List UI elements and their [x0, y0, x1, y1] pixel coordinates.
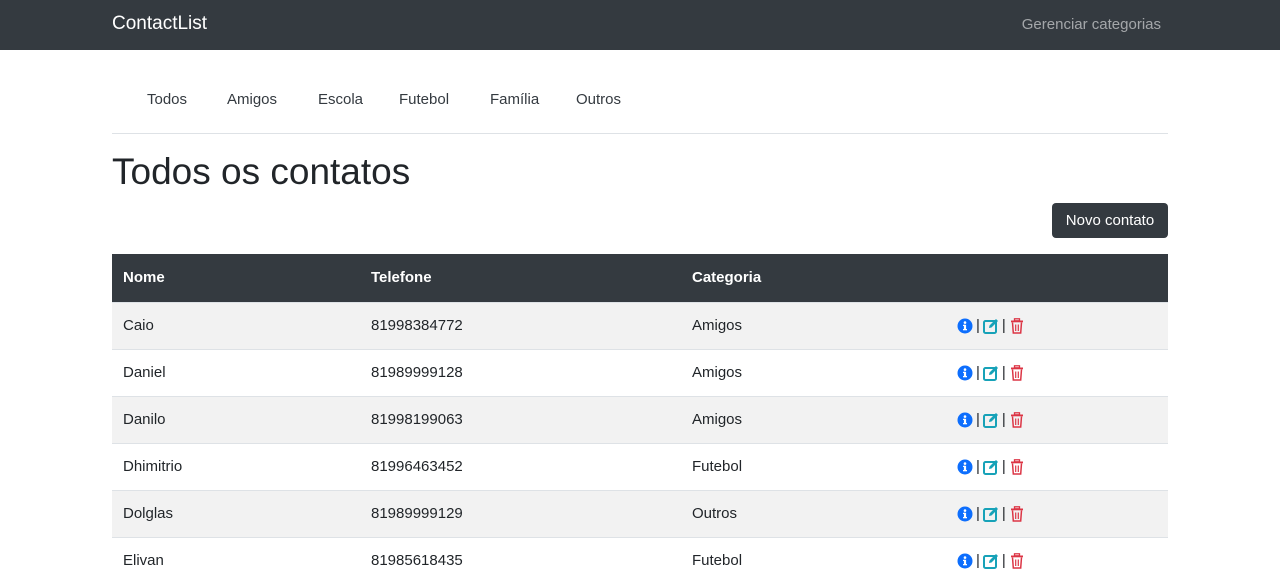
header-categoria: Categoria [692, 269, 762, 287]
cell-actions: | | [946, 395, 1168, 443]
cell-telefone: 81998384772 [360, 301, 681, 349]
info-icon[interactable] [957, 506, 973, 522]
row-actions: | | [957, 457, 1168, 475]
row-actions: | | [957, 410, 1168, 428]
action-separator: | [1001, 316, 1006, 334]
cell-telefone: 81996463452 [360, 442, 681, 490]
info-icon[interactable] [957, 459, 973, 475]
edit-icon[interactable] [982, 318, 999, 334]
new-contact-button[interactable]: Novo contato [1052, 203, 1168, 238]
row-actions: | | [957, 316, 1168, 334]
cell-categoria: Amigos [681, 301, 946, 349]
tab-futebol[interactable]: Futebol [399, 91, 449, 108]
header-telefone: Telefone [371, 269, 432, 287]
table-header: Nome Telefone Categoria [112, 254, 1168, 302]
action-separator: | [976, 316, 980, 334]
row-actions: | | [957, 504, 1168, 522]
tab-escola[interactable]: Escola [318, 91, 363, 108]
cell-actions: | | [946, 442, 1168, 490]
info-icon[interactable] [957, 553, 973, 569]
table-row: Daniel 81989999128 Amigos | | [112, 348, 1168, 396]
cell-nome: Daniel [112, 348, 360, 396]
action-separator: | [976, 457, 980, 475]
cell-actions: | | [946, 348, 1168, 396]
action-separator: | [1001, 504, 1006, 522]
action-separator: | [976, 551, 980, 569]
trash-icon[interactable] [1009, 458, 1025, 475]
action-separator: | [976, 410, 980, 428]
trash-icon[interactable] [1009, 411, 1025, 428]
tab-familia[interactable]: Família [490, 91, 539, 108]
cell-categoria: Outros [681, 489, 946, 537]
table-row: Elivan 81985618435 Futebol | | [112, 536, 1168, 584]
header-actions [946, 254, 1168, 302]
action-separator: | [976, 504, 980, 522]
manage-categories-link[interactable]: Gerenciar categorias [1022, 16, 1161, 33]
page-title: Todos os contatos [112, 151, 411, 192]
action-separator: | [1001, 551, 1006, 569]
edit-icon[interactable] [982, 553, 999, 569]
header-nome: Nome [123, 269, 165, 287]
cell-categoria: Amigos [681, 395, 946, 443]
cell-categoria: Amigos [681, 348, 946, 396]
trash-icon[interactable] [1009, 317, 1025, 334]
brand-link[interactable]: ContactList [112, 13, 207, 35]
table-row: Dhimitrio 81996463452 Futebol | | [112, 442, 1168, 490]
cell-categoria: Futebol [681, 442, 946, 490]
cell-actions: | | [946, 301, 1168, 349]
cell-nome: Elivan [112, 536, 360, 584]
cell-nome: Caio [112, 301, 360, 349]
row-actions: | | [957, 363, 1168, 381]
edit-icon[interactable] [982, 365, 999, 381]
cell-nome: Dhimitrio [112, 442, 360, 490]
action-separator: | [1001, 457, 1006, 475]
trash-icon[interactable] [1009, 505, 1025, 522]
edit-icon[interactable] [982, 506, 999, 522]
action-separator: | [1001, 410, 1006, 428]
tab-todos[interactable]: Todos [147, 91, 187, 108]
contacts-table: Nome Telefone Categoria Caio 81998384772 A… [112, 254, 1168, 584]
trash-icon[interactable] [1009, 364, 1025, 381]
category-tabs: Todos Amigos Escola Futebol Família Outr… [112, 78, 1168, 134]
action-separator: | [1001, 363, 1006, 381]
cell-nome: Danilo [112, 395, 360, 443]
action-separator: | [976, 363, 980, 381]
row-actions: | | [957, 551, 1168, 569]
header-row: Nome Telefone Categoria [112, 254, 1168, 302]
top-navbar: ContactList Gerenciar categorias [0, 0, 1280, 50]
trash-icon[interactable] [1009, 552, 1025, 569]
cell-nome: Dolglas [112, 489, 360, 537]
tab-amigos[interactable]: Amigos [227, 91, 277, 108]
edit-icon[interactable] [982, 459, 999, 475]
table-row: Danilo 81998199063 Amigos | | [112, 395, 1168, 443]
edit-icon[interactable] [982, 412, 999, 428]
cell-actions: | | [946, 489, 1168, 537]
cell-telefone: 81985618435 [360, 536, 681, 584]
cell-telefone: 81998199063 [360, 395, 681, 443]
info-icon[interactable] [957, 412, 973, 428]
tab-outros[interactable]: Outros [576, 91, 621, 108]
cell-actions: | | [946, 536, 1168, 584]
cell-telefone: 81989999129 [360, 489, 681, 537]
cell-telefone: 81989999128 [360, 348, 681, 396]
table-row: Dolglas 81989999129 Outros | | [112, 489, 1168, 537]
cell-categoria: Futebol [681, 536, 946, 584]
info-icon[interactable] [957, 365, 973, 381]
table-body: Caio 81998384772 Amigos | | Daniel 81989999128… [112, 301, 1168, 584]
table-row: Caio 81998384772 Amigos | | [112, 301, 1168, 349]
info-icon[interactable] [957, 318, 973, 334]
